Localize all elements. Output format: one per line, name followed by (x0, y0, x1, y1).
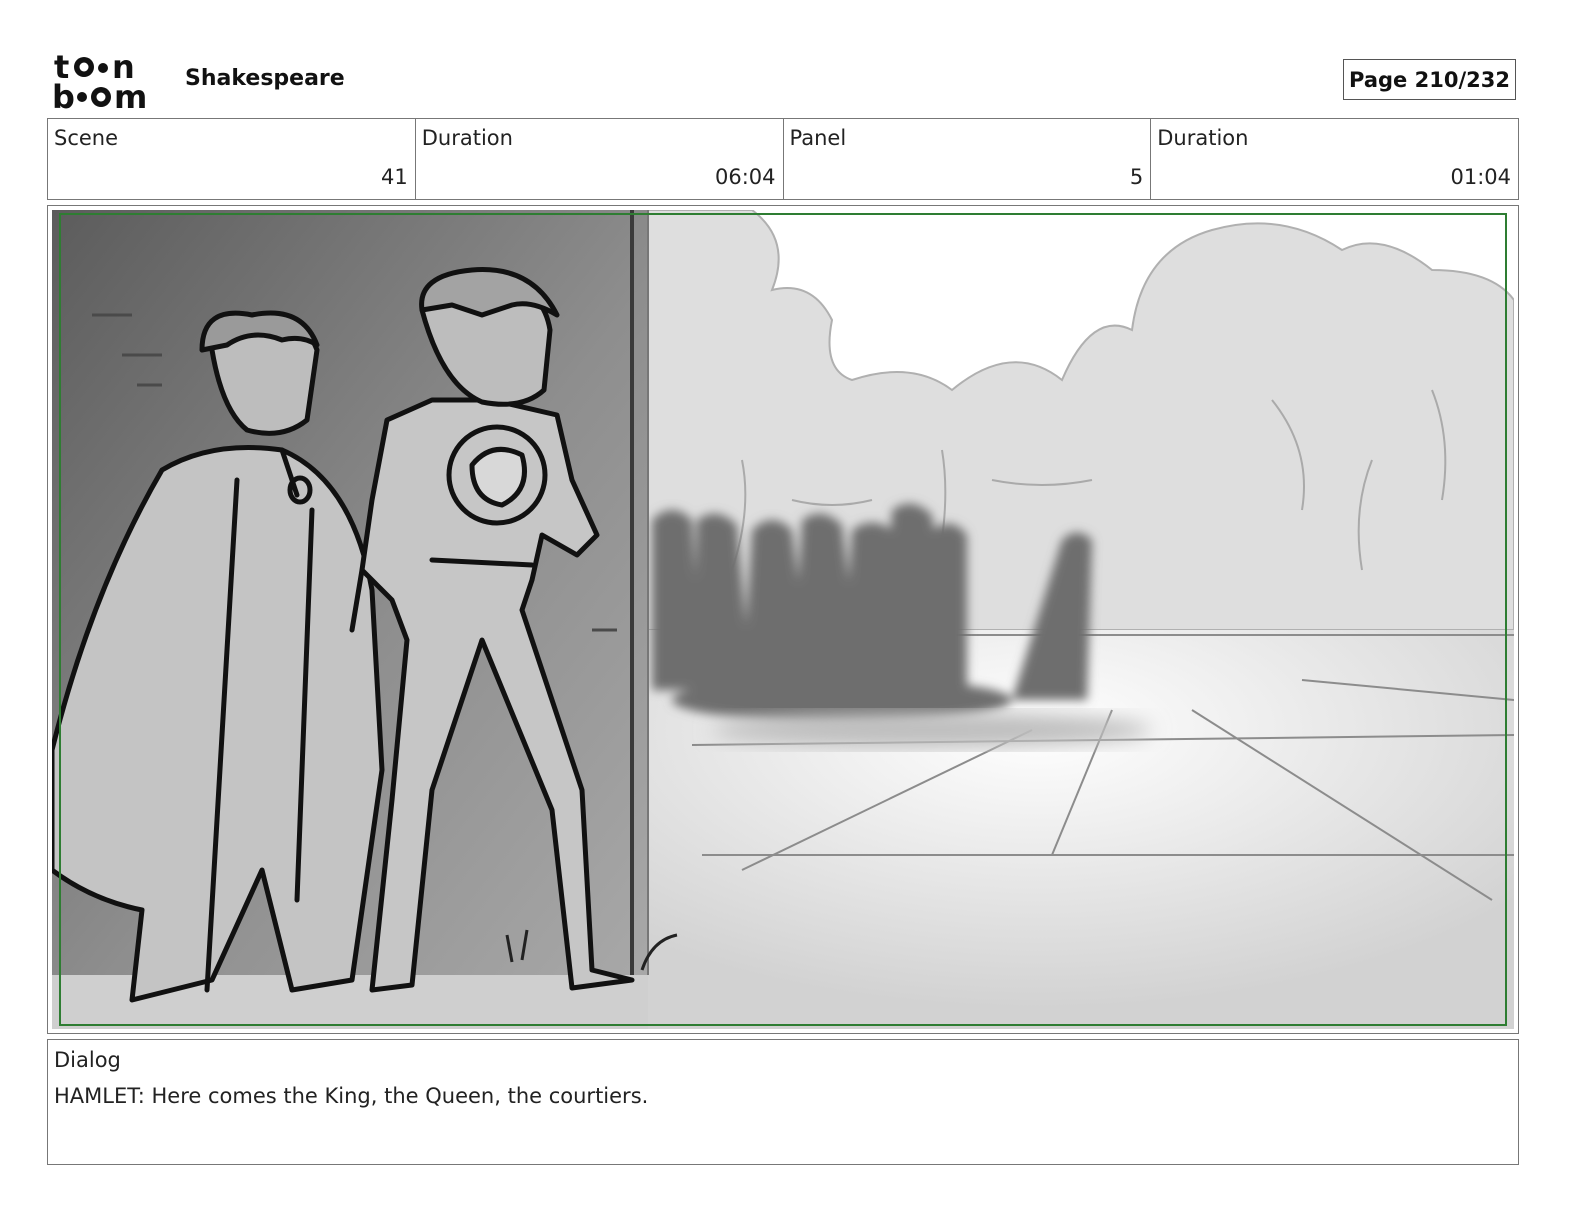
project-title: Shakespeare (185, 66, 345, 91)
panel-sketch-image (52, 210, 1514, 1029)
scene-duration-value: 06:04 (714, 165, 776, 189)
panel-duration-cell: Duration 01:04 (1151, 119, 1518, 199)
scene-label: Scene (54, 126, 119, 150)
page-number: Page 210/232 (1343, 59, 1516, 100)
panel-duration-value: 01:04 (1450, 165, 1511, 189)
toonboom-logo: t n b m (52, 50, 147, 112)
scene-duration-label: Duration (421, 126, 513, 150)
svg-text:m: m (114, 78, 147, 112)
scene-duration-cell: Duration 06:04 (416, 119, 784, 199)
panel-cell: Panel 5 (784, 119, 1152, 199)
dialog-box: Dialog HAMLET: Here comes the King, the … (47, 1039, 1519, 1165)
panel-value: 5 (1129, 165, 1144, 189)
scene-cell: Scene 41 (48, 119, 416, 199)
panel-duration-label: Duration (1157, 126, 1249, 150)
scene-value: 41 (381, 165, 408, 189)
svg-text:b: b (52, 78, 75, 112)
dialog-label: Dialog (54, 1048, 121, 1072)
storyboard-panel (47, 205, 1519, 1034)
panel-label: Panel (789, 126, 847, 150)
dialog-text: HAMLET: Here comes the King, the Queen, … (54, 1084, 649, 1108)
panel-info-row: Scene 41 Duration 06:04 Panel 5 Duration… (47, 118, 1519, 200)
